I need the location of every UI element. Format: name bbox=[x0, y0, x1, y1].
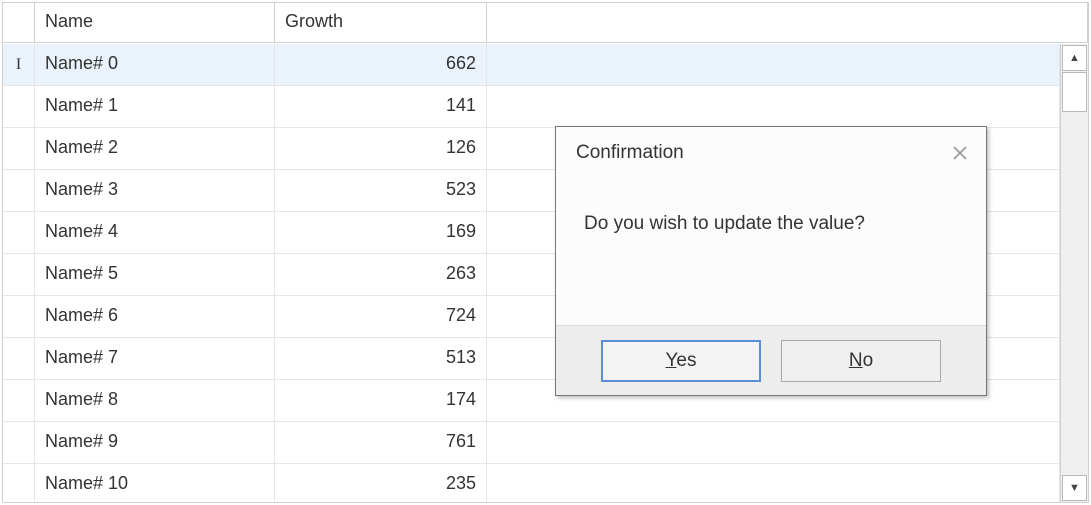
dialog-button-bar: Yes No bbox=[556, 325, 986, 395]
cell-growth[interactable]: 724 bbox=[275, 296, 487, 337]
cell-growth[interactable]: 263 bbox=[275, 254, 487, 295]
cell-growth[interactable]: 523 bbox=[275, 170, 487, 211]
table-row[interactable]: Name# 9761 bbox=[3, 422, 1060, 464]
scrollbar-thumb[interactable] bbox=[1062, 72, 1087, 112]
cell-name[interactable]: Name# 2 bbox=[35, 128, 275, 169]
row-indicator-header bbox=[3, 3, 35, 42]
cell-empty bbox=[487, 86, 1060, 127]
grid-header-row: Name Growth bbox=[3, 3, 1088, 43]
row-indicator bbox=[3, 380, 35, 421]
cell-growth[interactable]: 761 bbox=[275, 422, 487, 463]
row-indicator bbox=[3, 86, 35, 127]
row-indicator bbox=[3, 464, 35, 502]
dialog-close-button[interactable] bbox=[948, 141, 972, 165]
row-indicator bbox=[3, 296, 35, 337]
edit-cursor-icon: I bbox=[16, 56, 21, 74]
table-row[interactable]: Name# 1141 bbox=[3, 86, 1060, 128]
confirmation-dialog: Confirmation Do you wish to update the v… bbox=[555, 126, 987, 396]
cell-name[interactable]: Name# 7 bbox=[35, 338, 275, 379]
cell-name[interactable]: Name# 4 bbox=[35, 212, 275, 253]
cell-growth[interactable]: 141 bbox=[275, 86, 487, 127]
column-header-growth[interactable]: Growth bbox=[275, 3, 487, 42]
cell-growth[interactable]: 235 bbox=[275, 464, 487, 502]
cell-name[interactable]: Name# 3 bbox=[35, 170, 275, 211]
caret-down-icon: ▼ bbox=[1069, 482, 1080, 494]
table-row[interactable]: Name# 10235 bbox=[3, 464, 1060, 502]
cell-name[interactable]: Name# 9 bbox=[35, 422, 275, 463]
cell-empty bbox=[487, 44, 1060, 85]
cell-name[interactable]: Name# 1 bbox=[35, 86, 275, 127]
row-indicator: I bbox=[3, 44, 35, 85]
cell-empty bbox=[487, 422, 1060, 463]
row-indicator bbox=[3, 422, 35, 463]
table-row[interactable]: I Name# 0662 bbox=[3, 44, 1060, 86]
no-button-label: No bbox=[849, 350, 873, 372]
yes-button[interactable]: Yes bbox=[601, 340, 761, 382]
yes-button-label: Yes bbox=[665, 350, 696, 372]
close-icon bbox=[953, 146, 967, 160]
cell-growth[interactable]: 126 bbox=[275, 128, 487, 169]
row-indicator bbox=[3, 338, 35, 379]
cell-growth[interactable]: 662 bbox=[275, 44, 487, 85]
cell-growth[interactable]: 174 bbox=[275, 380, 487, 421]
caret-up-icon: ▲ bbox=[1069, 52, 1080, 64]
cell-name[interactable]: Name# 8 bbox=[35, 380, 275, 421]
cell-empty bbox=[487, 464, 1060, 502]
row-indicator bbox=[3, 212, 35, 253]
column-header-name[interactable]: Name bbox=[35, 3, 275, 42]
row-indicator bbox=[3, 254, 35, 295]
dialog-title: Confirmation bbox=[576, 142, 948, 164]
cell-growth[interactable]: 513 bbox=[275, 338, 487, 379]
row-indicator bbox=[3, 170, 35, 211]
cell-name[interactable]: Name# 0 bbox=[35, 44, 275, 85]
cell-growth[interactable]: 169 bbox=[275, 212, 487, 253]
scrollbar-track[interactable] bbox=[1061, 72, 1088, 474]
scroll-down-button[interactable]: ▼ bbox=[1062, 475, 1087, 501]
cell-name[interactable]: Name# 6 bbox=[35, 296, 275, 337]
cell-name[interactable]: Name# 10 bbox=[35, 464, 275, 502]
dialog-message: Do you wish to update the value? bbox=[556, 173, 986, 265]
cell-name[interactable]: Name# 5 bbox=[35, 254, 275, 295]
no-button[interactable]: No bbox=[781, 340, 941, 382]
column-header-empty bbox=[487, 3, 1088, 42]
vertical-scrollbar[interactable]: ▲ ▼ bbox=[1060, 44, 1088, 502]
scroll-up-button[interactable]: ▲ bbox=[1062, 45, 1087, 71]
row-indicator bbox=[3, 128, 35, 169]
dialog-titlebar: Confirmation bbox=[556, 127, 986, 173]
